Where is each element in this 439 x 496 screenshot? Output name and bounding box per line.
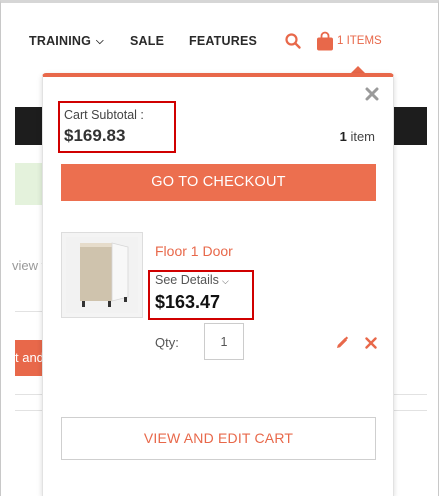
qty-label: Qty: [155,335,179,350]
background-text: view t [12,258,46,273]
see-details-toggle[interactable]: See Details ⌵ [155,273,229,287]
minicart-dropdown: Cart Subtotal : $169.83 1 item GO TO CHE… [42,73,394,496]
nav-item-label: SALE [130,34,165,48]
nav-item-label: FEATURES [189,34,258,48]
subtotal-value: $169.83 [64,126,126,145]
nav-item-sale[interactable]: SALE [130,30,164,52]
chevron-down-icon: ⌵ [221,276,229,286]
item-price: $163.47 [155,292,221,312]
remove-icon[interactable] [365,336,377,349]
nav-item-features[interactable]: FEATURES [189,30,257,52]
item-count: 1 item [340,129,375,144]
pencil-icon[interactable] [335,336,349,350]
item-count-number: 1 [339,129,347,144]
cart-count: 1 ITEMS [337,35,382,47]
cart-toggle[interactable]: 1 ITEMS [316,30,382,52]
qty-input[interactable] [204,323,244,360]
item-count-word: item [350,129,375,144]
product-image[interactable] [61,232,143,318]
cart-subtotal: Cart Subtotal : $169.83 [58,101,176,153]
main-nav: TRAINING ⌵ SALE FEATURES 1 ITEMS [0,30,439,52]
view-edit-cart-button[interactable]: VIEW AND EDIT CART [61,417,376,460]
search-icon[interactable] [284,32,302,50]
subtotal-label: Cart Subtotal : [64,108,144,122]
checkout-button[interactable]: GO TO CHECKOUT [61,164,376,201]
product-name-link[interactable]: Floor 1 Door [155,243,233,259]
close-icon[interactable] [365,87,379,101]
nav-item-training[interactable]: TRAINING ⌵ [29,30,104,54]
background-button-label: t and [15,350,44,365]
nav-item-label: TRAINING [29,34,92,48]
see-details-label: See Details [155,273,219,287]
chevron-down-icon: ⌵ [96,36,104,47]
shopping-bag-icon [316,31,334,51]
